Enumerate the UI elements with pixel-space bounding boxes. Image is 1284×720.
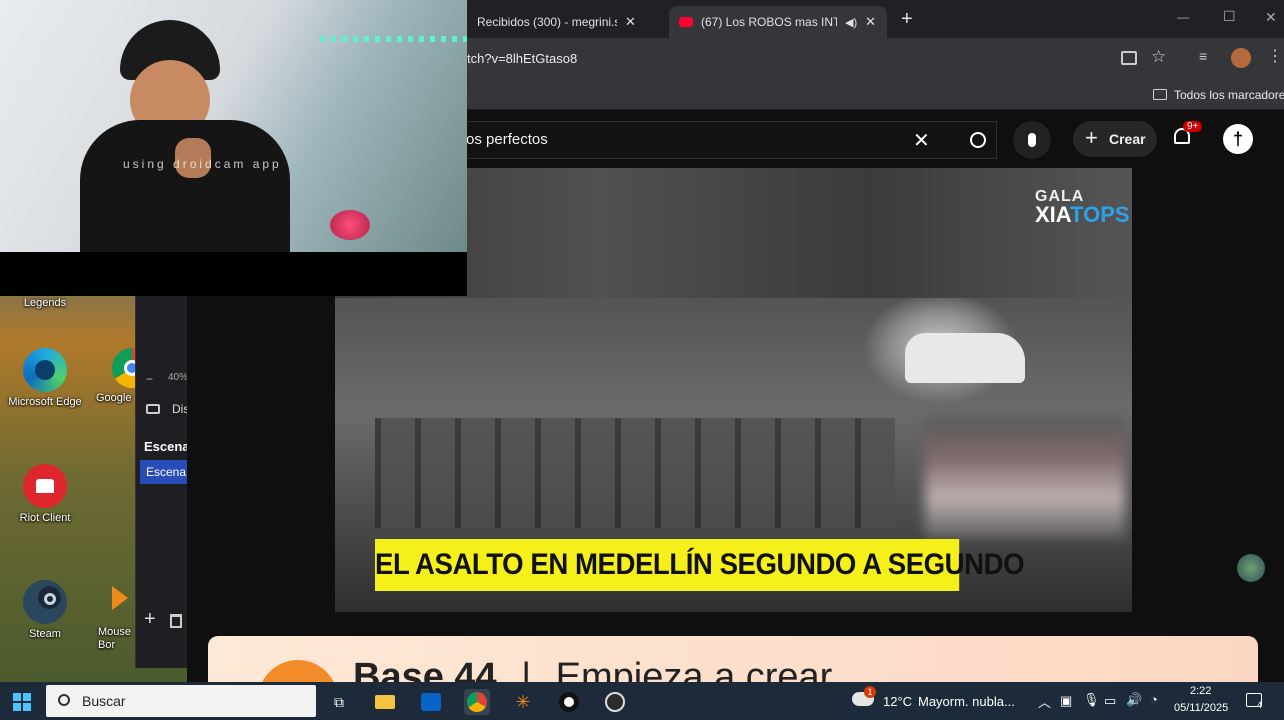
outlook-icon[interactable] bbox=[418, 689, 444, 715]
riot-icon bbox=[23, 464, 67, 508]
bookmark-star-icon[interactable]: ☆ bbox=[1151, 47, 1166, 67]
create-label: Crear bbox=[1109, 131, 1146, 147]
logo-white: XIA bbox=[1035, 202, 1071, 227]
webcam-overlay: using droidcam app bbox=[0, 0, 467, 252]
webcam-watermark: using droidcam app bbox=[123, 157, 282, 171]
start-button[interactable] bbox=[9, 689, 35, 715]
logo-blue: TOPS bbox=[1070, 202, 1130, 227]
obs-icon[interactable] bbox=[602, 689, 628, 715]
accessibility-icon[interactable]: † bbox=[1223, 124, 1253, 154]
add-scene-button[interactable]: + bbox=[144, 608, 156, 631]
weather-badge: 1 bbox=[864, 686, 876, 698]
arrow-icon bbox=[112, 586, 128, 610]
clock-date[interactable]: 05/11/2025 bbox=[1174, 702, 1228, 714]
video-caption-banner: EL ASALTO EN MEDELLÍN SEGUNDO A SEGUNDO bbox=[375, 539, 1025, 591]
volume-icon[interactable]: 🔊 bbox=[1126, 692, 1142, 708]
mic-tray-icon[interactable]: 🎙 bbox=[1083, 692, 1100, 708]
ad-logo-icon bbox=[258, 660, 338, 682]
youtube-icon bbox=[679, 17, 693, 27]
media-icon[interactable]: ≡ bbox=[1199, 48, 1207, 64]
scene-item[interactable]: Escena bbox=[140, 460, 188, 484]
desktop-icon-google[interactable]: Google bbox=[82, 348, 136, 405]
video-frame-blur bbox=[925, 418, 1125, 538]
ad-brand: Base 44 bbox=[353, 656, 497, 682]
tab-title: Recibidos (300) - megrini.said@ bbox=[477, 15, 617, 29]
close-tab-icon[interactable]: ✕ bbox=[865, 14, 876, 30]
all-bookmarks-link[interactable]: Todos los marcadores bbox=[1174, 88, 1284, 102]
wifi-icon[interactable]: ◔ bbox=[1150, 692, 1158, 707]
ad-text: Base 44 | Empieza a crear bbox=[353, 656, 832, 682]
chrome-icon[interactable] bbox=[464, 689, 490, 715]
ad-banner[interactable]: Base 44 | Empieza a crear bbox=[208, 636, 1258, 682]
create-button[interactable]: + Crear bbox=[1073, 121, 1157, 157]
scenes-header: Escena bbox=[144, 439, 190, 454]
chrome-icon bbox=[112, 348, 136, 388]
install-icon[interactable] bbox=[1121, 51, 1137, 65]
desktop-icon-label: Microsoft Edge bbox=[8, 396, 82, 408]
zoom-out-button[interactable]: − bbox=[146, 372, 153, 386]
clock-time[interactable]: 2:22 bbox=[1190, 685, 1211, 697]
new-tab-button[interactable]: + bbox=[901, 8, 913, 31]
app-orange-icon[interactable]: ✳ bbox=[510, 689, 536, 715]
obs-panel: − 40% Dis Escena Escena + bbox=[135, 296, 190, 668]
desktop-icon-label: Riot Client bbox=[19, 512, 71, 524]
desktop-icon-label: Mouse Bor bbox=[98, 626, 132, 651]
weather-temp[interactable]: 12°C bbox=[883, 694, 912, 709]
tab-youtube[interactable]: (67) Los ROBOS mas INTELI ◀) ✕ bbox=[669, 6, 887, 38]
mic-button[interactable] bbox=[1013, 121, 1051, 159]
desktop-icon-label: Legends bbox=[23, 297, 67, 309]
search-icon bbox=[970, 132, 986, 148]
close-tab-icon[interactable]: ✕ bbox=[625, 14, 636, 30]
taskbar-search[interactable]: Buscar bbox=[46, 685, 316, 717]
edge-icon bbox=[23, 348, 67, 392]
menu-icon[interactable]: ⋮ bbox=[1267, 46, 1283, 66]
plus-icon: + bbox=[1085, 125, 1098, 150]
mic-icon bbox=[1028, 133, 1036, 147]
close-window-button[interactable]: ✕ bbox=[1265, 9, 1277, 26]
clear-search-icon[interactable]: ✕ bbox=[913, 128, 930, 153]
desktop-icon-riot[interactable]: Riot Client bbox=[4, 464, 86, 525]
address-bar[interactable]: tch?v=8lhEtGtaso8 bbox=[457, 46, 1107, 72]
notifications-button[interactable]: 9+ bbox=[1171, 121, 1203, 154]
search-icon bbox=[58, 694, 70, 706]
webcam-light bbox=[330, 210, 370, 240]
webcam-person bbox=[80, 20, 310, 252]
folder-icon bbox=[1153, 89, 1167, 100]
minimize-button[interactable]: — bbox=[1177, 10, 1189, 24]
tab-title: (67) Los ROBOS mas INTELI bbox=[701, 15, 837, 29]
ad-separator: | bbox=[521, 656, 532, 682]
webcam-black-bar bbox=[0, 252, 467, 296]
zoom-level: 40% bbox=[168, 372, 189, 383]
desktop-icon-edge[interactable]: Microsoft Edge bbox=[4, 348, 86, 409]
chevron-up-icon[interactable]: ︿ bbox=[1038, 692, 1051, 711]
desktop-icon-label: Steam bbox=[29, 628, 61, 640]
desktop-icon-mouse[interactable]: Mouse Bor bbox=[92, 586, 136, 652]
task-view-icon[interactable]: ⧉ bbox=[326, 689, 352, 715]
video-frame-railing bbox=[375, 418, 895, 528]
tray-app-icon[interactable]: ▣ bbox=[1060, 693, 1072, 709]
camera-icon bbox=[146, 404, 160, 414]
speaker-icon[interactable]: ◀) bbox=[845, 16, 857, 29]
weather-desc[interactable]: Mayorm. nubla... bbox=[918, 694, 1015, 709]
webcam-led-strip bbox=[320, 36, 467, 42]
notification-count: 4 bbox=[1257, 700, 1263, 710]
ad-tagline: Empieza a crear bbox=[555, 656, 833, 682]
battery-icon[interactable]: ▭ bbox=[1104, 693, 1116, 709]
tab-gmail[interactable]: Recibidos (300) - megrini.said@ ✕ bbox=[467, 6, 646, 38]
profile-avatar[interactable] bbox=[1231, 48, 1251, 68]
maximize-button[interactable]: ☐ bbox=[1223, 8, 1236, 25]
trash-icon[interactable] bbox=[170, 614, 182, 628]
floating-avatar[interactable] bbox=[1237, 554, 1265, 582]
steam-icon bbox=[23, 580, 67, 624]
desktop-icon-steam[interactable]: Steam bbox=[4, 580, 86, 641]
notification-badge: 9+ bbox=[1183, 121, 1203, 132]
file-explorer-icon[interactable] bbox=[372, 689, 398, 715]
desktop-icon-label: Google bbox=[96, 392, 132, 404]
windows-icon bbox=[13, 693, 31, 711]
search-button[interactable] bbox=[957, 121, 999, 159]
app-dark-icon[interactable] bbox=[556, 689, 582, 715]
channel-logo: GALA XIATOPS bbox=[1035, 188, 1130, 227]
taskbar: Buscar ⧉ ✳ 1 12°C Mayorm. nubla... ︿ ▣ 🎙… bbox=[0, 682, 1284, 720]
video-frame-car bbox=[905, 333, 1025, 383]
